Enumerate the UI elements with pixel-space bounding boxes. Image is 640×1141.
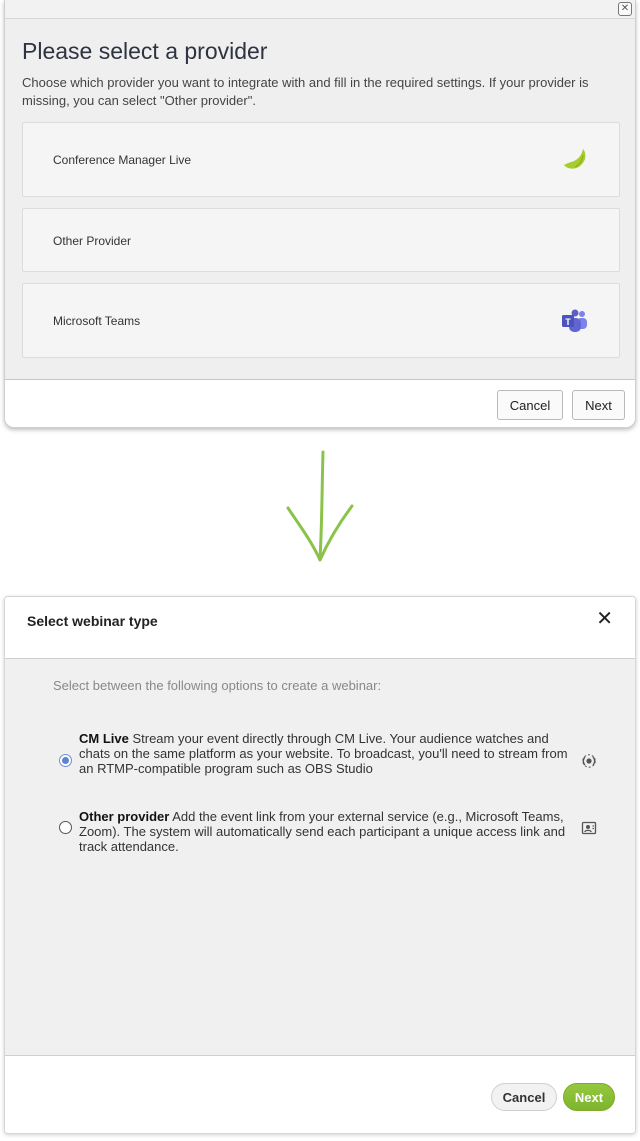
next-button[interactable]: Next: [572, 390, 625, 420]
dialog-footer: Cancel Next: [5, 379, 635, 427]
dialog-footer: Cancel Next: [5, 1055, 635, 1133]
provider-card-other[interactable]: Other Provider: [22, 208, 620, 272]
svg-text:T: T: [565, 317, 571, 327]
next-button[interactable]: Next: [563, 1083, 615, 1111]
dialog-header: Select webinar type ✕: [5, 597, 635, 659]
provider-label: Other Provider: [53, 234, 132, 248]
cm-live-leaf-icon: [561, 145, 589, 178]
option-text: Other provider Add the event link from y…: [79, 809, 569, 854]
broadcast-icon: [581, 753, 597, 774]
radio-other-provider[interactable]: [59, 821, 72, 834]
webinar-type-dialog: Select webinar type ✕ Select between the…: [4, 596, 636, 1134]
contact-card-icon: [581, 820, 597, 841]
page-title: Please select a provider: [22, 38, 268, 64]
option-cm-live[interactable]: CM Live Stream your event directly throu…: [57, 731, 597, 793]
cancel-button[interactable]: Cancel: [491, 1083, 557, 1111]
dialog-title: Select webinar type: [27, 613, 158, 629]
provider-description: Choose which provider you want to integr…: [22, 75, 589, 108]
provider-dialog: ✕ Please select a provider Choose which …: [4, 0, 636, 428]
close-icon[interactable]: ✕: [618, 2, 632, 16]
microsoft-teams-icon: T: [561, 309, 589, 338]
down-arrow-icon: [286, 450, 354, 562]
provider-card-cm-live[interactable]: Conference Manager Live: [22, 122, 620, 197]
provider-label: Conference Manager Live: [53, 153, 192, 167]
option-other-provider[interactable]: Other provider Add the event link from y…: [57, 809, 597, 859]
option-name: CM Live: [79, 731, 129, 746]
provider-card-microsoft-teams[interactable]: Microsoft Teams T: [22, 283, 620, 358]
option-name: Other provider: [79, 809, 170, 824]
webinar-intro: Select between the following options to …: [53, 678, 382, 693]
radio-cm-live[interactable]: [59, 754, 72, 767]
close-icon[interactable]: ✕: [596, 609, 613, 629]
provider-label: Microsoft Teams: [53, 314, 141, 328]
cancel-button[interactable]: Cancel: [497, 390, 563, 420]
dialog-titlebar: ✕: [5, 0, 635, 19]
option-text: CM Live Stream your event directly throu…: [79, 731, 569, 776]
dialog-body: Select between the following options to …: [5, 659, 635, 1055]
option-description: Stream your event directly through CM Li…: [79, 731, 568, 776]
